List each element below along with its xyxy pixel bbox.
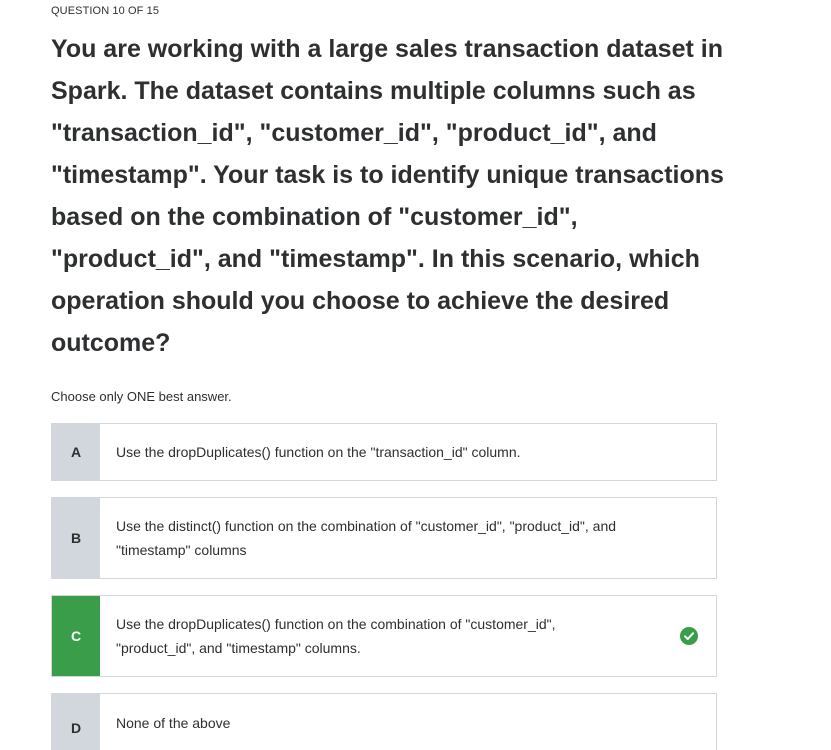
question-counter: QUESTION 10 OF 15 [51, 5, 160, 17]
quiz-page: QUESTION 10 OF 15 You are working with a… [0, 0, 831, 750]
answer-instruction: Choose only ONE best answer. [51, 389, 232, 404]
option-text: Use the distinct() function on the combi… [100, 498, 716, 578]
answer-option-c[interactable]: C Use the dropDuplicates() function on t… [51, 595, 717, 677]
check-circle-icon [680, 627, 698, 645]
option-text-content: Use the dropDuplicates() function on the… [116, 616, 556, 656]
answer-option-b[interactable]: B Use the distinct() function on the com… [51, 497, 717, 579]
option-text: Use the dropDuplicates() function on the… [116, 444, 521, 460]
option-letter: B [52, 498, 100, 578]
option-text: Use the dropDuplicates() function on the… [100, 596, 716, 676]
question-text: You are working with a large sales trans… [51, 35, 724, 357]
answer-option-a[interactable]: A Use the dropDuplicates() function on t… [51, 423, 717, 481]
option-text-content: Use the distinct() function on the combi… [116, 518, 617, 558]
answer-option-d[interactable]: D None of the above [51, 693, 717, 750]
option-letter: C [52, 596, 100, 676]
option-letter: A [52, 424, 100, 480]
option-letter: D [52, 694, 100, 750]
option-text: None of the above [116, 715, 231, 731]
